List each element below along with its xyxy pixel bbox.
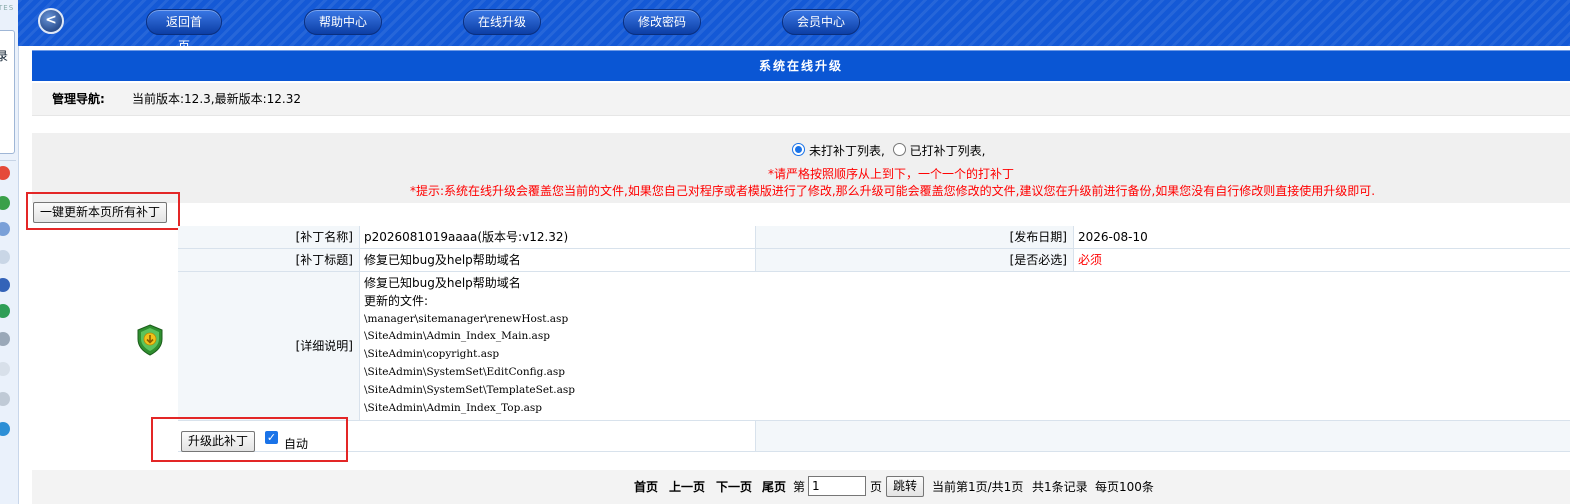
auto-label[interactable]: 自动 (284, 435, 308, 452)
sidebar-tool-icon[interactable] (0, 222, 10, 236)
jump-button[interactable]: 跳转 (886, 476, 925, 497)
nav-member-button[interactable]: 会员中心 (782, 9, 860, 35)
management-nav-label: 管理导航: (52, 92, 105, 106)
sidebar-panel-label: 录 (0, 47, 8, 64)
first-page-link[interactable]: 首页 (634, 470, 658, 504)
nav-home-button[interactable]: 返回首页 (146, 9, 222, 53)
detail-line: \SiteAdmin\Admin_Index_Top.asp (364, 401, 543, 414)
detail-line: \SiteAdmin\SystemSet\TemplateSet.asp (364, 383, 575, 396)
version-info: 当前版本:12.3,最新版本:12.32 (132, 92, 301, 106)
order-warning: *请严格按照顺序从上到下，一个一个的打补丁 (768, 167, 1015, 181)
patched-radio[interactable] (892, 143, 906, 156)
table-row: [详细说明] 修复已知bug及help帮助域名 更新的文件: \manager\… (178, 272, 1570, 421)
last-page-link[interactable]: 尾页 (762, 470, 786, 504)
sidebar-divider (0, 160, 16, 161)
back-button[interactable]: < (38, 8, 64, 34)
detail-line: \SiteAdmin\copyright.asp (364, 348, 500, 361)
release-date-value: 2026-08-10 (1074, 226, 1570, 248)
detail-line: \SiteAdmin\Admin_Index_Main.asp (364, 330, 550, 343)
page-status: 当前第1页/共1页 (932, 480, 1024, 494)
per-page: 每页100条 (1095, 480, 1154, 494)
page-title: 系统在线升级 (32, 50, 1570, 81)
page-prefix: 第 (793, 480, 806, 494)
brand-fragment: TES (0, 4, 15, 12)
unpatched-radio[interactable] (792, 143, 805, 156)
patch-filter-group: 未打补丁列表, 已打补丁列表, (792, 142, 985, 160)
nav-help-button[interactable]: 帮助中心 (304, 9, 382, 35)
detail-label: [详细说明] (178, 272, 360, 420)
detail-content: 修复已知bug及help帮助域名 更新的文件: \manager\siteman… (360, 272, 1570, 420)
sidebar-panel: 录 (0, 30, 15, 154)
shield-icon (137, 324, 163, 356)
nav-upgrade-button[interactable]: 在线升级 (463, 9, 541, 35)
next-page-link[interactable]: 下一页 (716, 470, 752, 504)
main-content: 系统在线升级 管理导航: 当前版本:12.3,最新版本:12.32 未打补丁列表… (26, 46, 1570, 504)
patch-name-value: p2026081019aaaa(版本号:v12.32) (360, 226, 756, 248)
update-all-button[interactable]: 一键更新本页所有补丁 (33, 202, 168, 223)
top-nav-bar: < 返回首页 帮助中心 在线升级 修改密码 会员中心 (18, 0, 1570, 53)
detail-line: \manager\sitemanager\renewHost.asp (364, 312, 569, 325)
sidebar-tool-icon[interactable] (0, 332, 10, 346)
sidebar-tool-icon[interactable] (0, 250, 10, 264)
patched-label[interactable]: 已打补丁列表, (910, 144, 986, 158)
table-row: [补丁名称] p2026081019aaaa(版本号:v12.32) [发布日期… (178, 226, 1570, 249)
auto-checkbox[interactable]: ✓ (265, 431, 278, 444)
left-sidebar: TES 录 (0, 0, 19, 504)
unpatched-label[interactable]: 未打补丁列表, (809, 144, 885, 158)
required-label: [是否必选] (756, 249, 1074, 271)
detail-line: \SiteAdmin\SystemSet\EditConfig.asp (364, 365, 566, 378)
management-nav-row: 管理导航: 当前版本:12.3,最新版本:12.32 (32, 83, 1570, 116)
pagination: 首页 上一页 下一页 尾页 第 页 跳转 当前第1页/共1页 共1条记录 每页1… (32, 470, 1570, 504)
sidebar-tool-icon[interactable] (0, 166, 10, 180)
sidebar-tool-icon[interactable] (0, 392, 10, 406)
page-number-input[interactable] (808, 476, 866, 496)
nav-password-button[interactable]: 修改密码 (623, 9, 701, 35)
table-row (178, 421, 1570, 452)
prev-page-link[interactable]: 上一页 (669, 470, 705, 504)
table-row: [补丁标题] 修复已知bug及help帮助域名 [是否必选] 必须 (178, 249, 1570, 272)
required-value: 必须 (1074, 249, 1570, 271)
detail-line: 修复已知bug及help帮助域名 (364, 276, 521, 290)
sidebar-tool-icon[interactable] (0, 422, 10, 436)
total-records: 共1条记录 (1032, 480, 1088, 494)
detail-line: 更新的文件: (364, 293, 429, 308)
sidebar-tool-icon[interactable] (0, 278, 10, 292)
upgrade-patch-button[interactable]: 升级此补丁 (181, 431, 256, 452)
filter-section: 未打补丁列表, 已打补丁列表, *请严格按照顺序从上到下，一个一个的打补丁 *提… (32, 133, 1570, 203)
release-date-label: [发布日期] (756, 226, 1074, 248)
sidebar-tool-icon[interactable] (0, 362, 10, 376)
empty-cell (756, 421, 1570, 451)
patch-title-value: 修复已知bug及help帮助域名 (360, 249, 756, 271)
patch-title-label: [补丁标题] (178, 249, 360, 271)
sidebar-tool-icon[interactable] (0, 304, 10, 318)
patch-name-label: [补丁名称] (178, 226, 360, 248)
page-suffix: 页 (870, 480, 883, 494)
backup-notice: *提示:系统在线升级会覆盖您当前的文件,如果您自己对程序或者模版进行了修改,那么… (410, 184, 1376, 198)
sidebar-tool-icon[interactable] (0, 196, 10, 210)
